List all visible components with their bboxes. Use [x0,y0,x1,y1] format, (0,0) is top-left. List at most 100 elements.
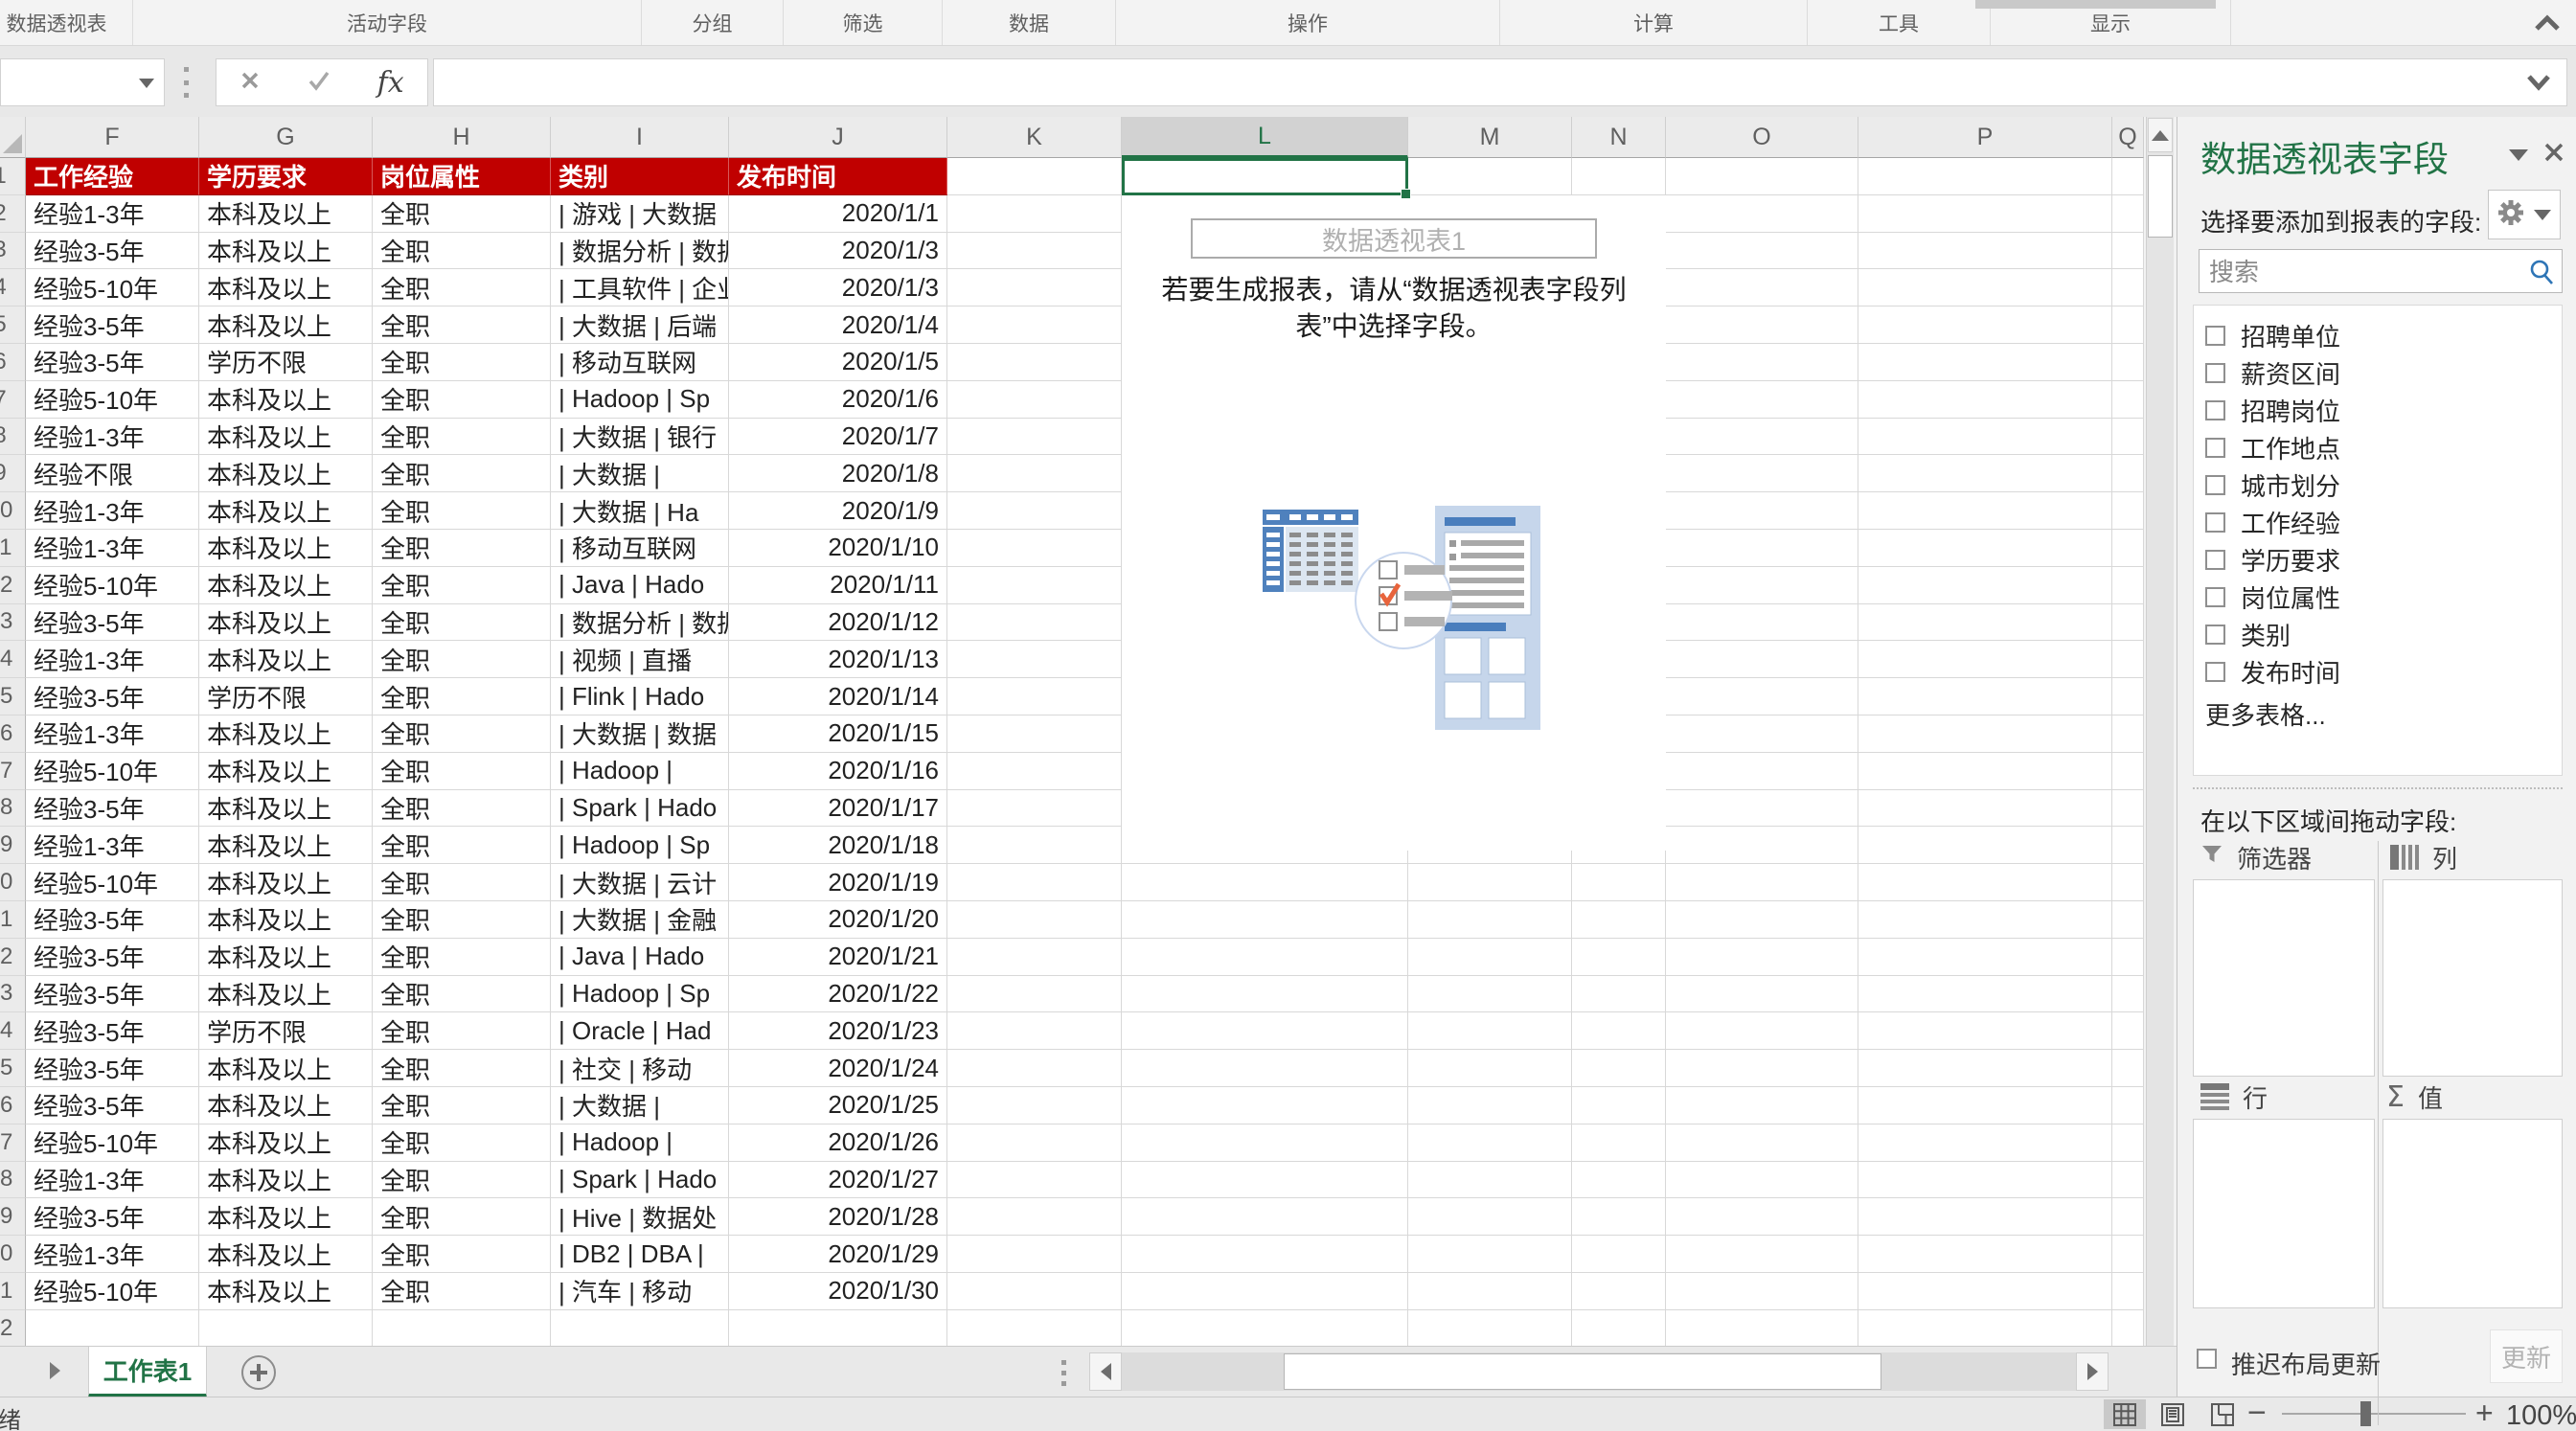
grid-cell[interactable]: 经验1-3年 [26,530,199,567]
grid-cell[interactable] [1858,269,2112,307]
field-item-2[interactable]: 薪资区间 [2194,354,2562,392]
grid-cell[interactable] [947,419,1122,456]
column-header-J[interactable]: J [729,117,947,158]
grid-cell[interactable]: 经验3-5年 [26,790,199,828]
grid-cell[interactable] [1122,1162,1408,1199]
grid-cell[interactable]: 全职 [373,1198,551,1236]
row-header-32[interactable]: 32 [0,1310,26,1346]
grid-cell[interactable]: 2020/1/6 [729,381,947,419]
grid-cell[interactable]: 本科及以上 [199,233,373,270]
grid-cell[interactable] [2112,492,2144,530]
grid-cell[interactable]: 经验1-3年 [26,492,199,530]
grid-cell[interactable] [1858,233,2112,270]
grid-cell[interactable] [1408,158,1572,195]
scroll-right-icon[interactable] [2076,1352,2109,1391]
grid-cell[interactable] [1666,716,1858,753]
grid-cell[interactable]: 2020/1/8 [729,455,947,492]
grid-cell[interactable]: 2020/1/19 [729,864,947,901]
grid-cell[interactable]: 本科及以上 [199,1236,373,1273]
grid-cell[interactable]: 2020/1/25 [729,1087,947,1124]
grid-cell[interactable]: 全职 [373,307,551,344]
grid-cell[interactable] [1572,1236,1666,1273]
grid-cell[interactable] [2112,939,2144,976]
grid-cell[interactable]: 本科及以上 [199,1124,373,1162]
grid-cell[interactable] [2112,1050,2144,1087]
grid-cell[interactable] [1858,158,2112,195]
grid-cell[interactable]: 全职 [373,492,551,530]
row-header-24[interactable]: 24 [0,1012,26,1050]
vertical-scroll-thumb[interactable] [2148,155,2173,238]
row-header-15[interactable]: 15 [0,678,26,716]
grid-cell[interactable]: 经验5-10年 [26,1273,199,1310]
grid-cell[interactable]: | 工具软件 | 企业 [551,269,729,307]
column-header-M[interactable]: M [1408,117,1572,158]
tools-button[interactable] [2488,190,2561,239]
field-item-9[interactable]: 类别 [2194,616,2562,653]
field-list[interactable]: 招聘单位薪资区间招聘岗位工作地点城市划分工作经验学历要求岗位属性类别发布时间 更… [2193,305,2563,776]
grid-cell[interactable] [947,344,1122,381]
selected-cell-L1[interactable] [1122,158,1408,195]
grid-cell[interactable] [1666,158,1858,195]
grid-cell[interactable] [947,158,1122,195]
grid-cell[interactable]: 本科及以上 [199,753,373,790]
grid-cell[interactable]: 2020/1/16 [729,753,947,790]
field-search-box[interactable] [2199,249,2563,293]
grid-cell[interactable]: 经验不限 [26,455,199,492]
grid-cell[interactable]: 2020/1/20 [729,901,947,939]
grid-cell[interactable]: 经验5-10年 [26,753,199,790]
grid-cell[interactable] [199,1310,373,1346]
field-checkbox[interactable] [2205,625,2225,645]
grid-cell[interactable]: 2020/1/1 [729,195,947,233]
grid-cell[interactable] [2112,1124,2144,1162]
grid-cell[interactable] [1666,604,1858,642]
grid-cell[interactable]: 学历要求 [199,158,373,195]
grid-cell[interactable]: 2020/1/30 [729,1273,947,1310]
sheet-nav-next-icon[interactable] [50,1362,60,1379]
grid-cell[interactable] [2112,381,2144,419]
grid-cell[interactable]: 经验3-5年 [26,1050,199,1087]
grid-cell[interactable] [1122,976,1408,1013]
row-header-26[interactable]: 26 [0,1087,26,1124]
grid-cell[interactable]: 全职 [373,678,551,716]
column-header-G[interactable]: G [199,117,373,158]
field-checkbox[interactable] [2205,475,2225,495]
grid-cell[interactable] [1666,753,1858,790]
grid-cell[interactable] [1572,158,1666,195]
grid-cell[interactable] [2112,195,2144,233]
enter-check-icon[interactable] [308,70,331,96]
grid-cell[interactable] [1122,864,1408,901]
grid-cell[interactable] [1666,344,1858,381]
grid-cell[interactable]: 工作经验 [26,158,199,195]
grid-cell[interactable] [1858,716,2112,753]
grid-cell[interactable] [1666,864,1858,901]
grid-cell[interactable] [1666,381,1858,419]
grid-cell[interactable]: 经验3-5年 [26,939,199,976]
search-input[interactable] [2207,254,2527,290]
grid-cell[interactable] [947,381,1122,419]
grid-cell[interactable]: 2020/1/17 [729,790,947,828]
field-checkbox[interactable] [2205,662,2225,682]
grid-cell[interactable] [1408,1273,1572,1310]
grid-cell[interactable] [1408,901,1572,939]
grid-cell[interactable] [1666,976,1858,1013]
grid-cell[interactable] [1572,901,1666,939]
grid-cell[interactable] [1572,1012,1666,1050]
column-header-P[interactable]: P [1858,117,2112,158]
grid-cell[interactable]: 本科及以上 [199,530,373,567]
grid-cell[interactable]: 经验1-3年 [26,1162,199,1199]
grid-cell[interactable]: 2020/1/26 [729,1124,947,1162]
grid-cell[interactable] [1858,1273,2112,1310]
more-tables-link[interactable]: 更多表格... [2205,696,2326,732]
grid-cell[interactable] [947,827,1122,864]
formula-bar-splitter[interactable] [184,67,190,98]
row-header-12[interactable]: 12 [0,567,26,604]
horizontal-scrollbar[interactable] [1089,1352,2109,1391]
grid-cell[interactable] [947,1162,1122,1199]
grid-cell[interactable]: 经验3-5年 [26,901,199,939]
scroll-up-icon[interactable] [2148,118,2173,152]
grid-cell[interactable]: 2020/1/11 [729,567,947,604]
row-header-25[interactable]: 25 [0,1050,26,1087]
grid-cell[interactable] [1858,1124,2112,1162]
row-header-17[interactable]: 17 [0,753,26,790]
grid-cell[interactable]: 2020/1/5 [729,344,947,381]
